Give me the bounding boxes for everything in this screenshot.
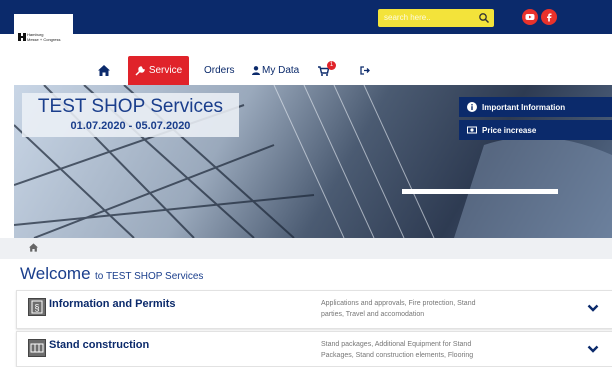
welcome-title: Welcome bbox=[20, 264, 91, 283]
logo-text: Hamburg Messe + Congress bbox=[27, 32, 61, 42]
search-input[interactable]: search here.. bbox=[384, 13, 431, 22]
search-icon[interactable] bbox=[478, 12, 490, 24]
welcome-heading: Welcome to TEST SHOP Services bbox=[20, 264, 203, 284]
nav-home[interactable] bbox=[98, 56, 110, 85]
facebook-icon bbox=[547, 13, 552, 22]
important-information-link[interactable]: Important Information bbox=[459, 97, 612, 117]
nav-my-data[interactable]: My Data bbox=[252, 56, 299, 85]
hero-dates: 01.07.2020 - 05.07.2020 bbox=[70, 120, 191, 132]
top-bar: search here.. bbox=[0, 0, 612, 34]
home-icon bbox=[98, 65, 110, 76]
chevron-down-icon[interactable] bbox=[587, 303, 599, 313]
logout-icon bbox=[360, 66, 370, 75]
info-icon bbox=[467, 102, 477, 112]
home-icon[interactable] bbox=[29, 243, 38, 252]
important-information-label: Important Information bbox=[482, 102, 566, 112]
nav-logout[interactable] bbox=[360, 56, 370, 85]
user-icon bbox=[252, 66, 260, 75]
svg-text:§: § bbox=[34, 303, 39, 313]
panel-title: Information and Permits bbox=[49, 298, 176, 310]
panel-description: Stand packages, Additional Equipment for… bbox=[321, 341, 474, 359]
stand-icon bbox=[28, 339, 46, 357]
welcome-subtitle: to TEST SHOP Services bbox=[95, 271, 204, 282]
chevron-down-icon[interactable] bbox=[587, 344, 599, 354]
breadcrumb bbox=[0, 238, 612, 259]
panel-title: Stand construction bbox=[49, 339, 150, 351]
hero-title: TEST SHOP Services bbox=[37, 96, 224, 117]
nav-orders[interactable]: Orders bbox=[204, 56, 235, 85]
facebook-button[interactable] bbox=[541, 9, 557, 25]
category-panel-information-permits[interactable]: § Information and Permits Applications a… bbox=[16, 290, 612, 329]
category-panel-stand-construction[interactable]: Stand construction Stand packages, Addit… bbox=[16, 331, 612, 367]
hero-decorative-bar bbox=[402, 189, 558, 194]
price-increase-link[interactable]: Price increase bbox=[459, 120, 612, 140]
price-increase-label: Price increase bbox=[482, 125, 537, 135]
main-nav: Service Orders My Data 1 bbox=[0, 56, 612, 85]
youtube-icon bbox=[525, 14, 535, 20]
nav-service[interactable]: Service bbox=[128, 56, 189, 85]
cart-badge: 1 bbox=[327, 61, 336, 70]
wrench-icon bbox=[135, 65, 145, 76]
search-box[interactable]: search here.. bbox=[378, 9, 494, 27]
permits-icon: § bbox=[28, 298, 46, 316]
youtube-button[interactable] bbox=[522, 9, 538, 25]
nav-cart[interactable]: 1 bbox=[318, 56, 336, 85]
logo-mark bbox=[18, 33, 26, 41]
nav-service-label: Service bbox=[148, 65, 183, 76]
panel-description: Applications and approvals, Fire protect… bbox=[321, 300, 476, 318]
nav-my-data-label: My Data bbox=[262, 65, 300, 76]
money-icon bbox=[467, 126, 477, 134]
nav-orders-label: Orders bbox=[204, 65, 235, 76]
hero-title-box: TEST SHOP Services 01.07.2020 - 05.07.20… bbox=[22, 93, 239, 137]
logo[interactable]: Hamburg Messe + Congress bbox=[14, 14, 73, 54]
